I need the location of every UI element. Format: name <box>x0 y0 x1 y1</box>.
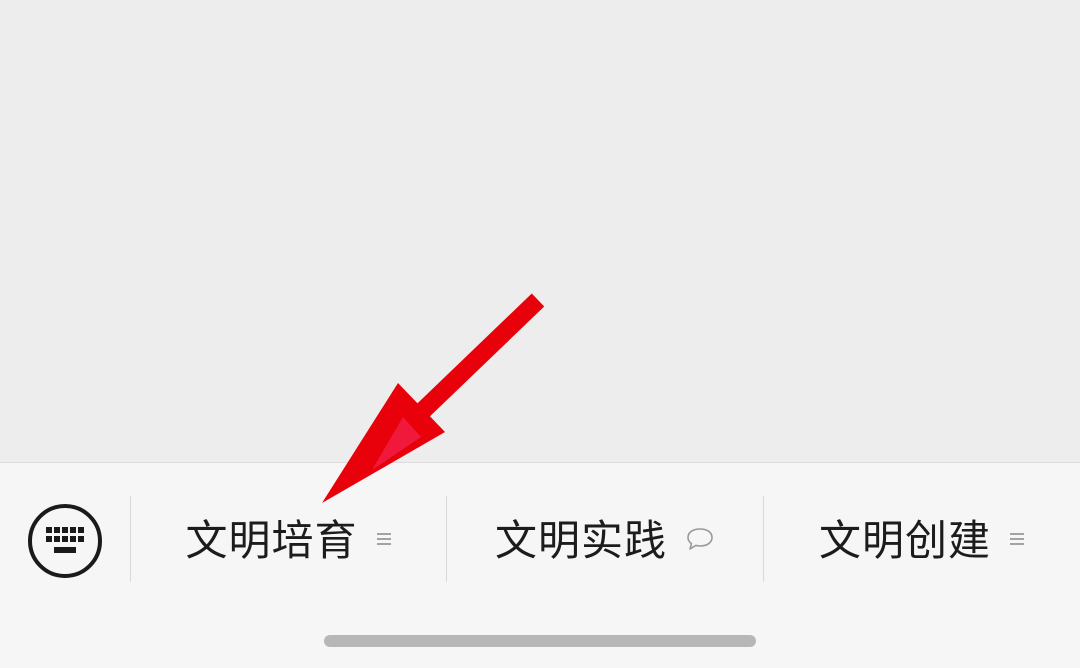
menu-lines-icon <box>1009 531 1025 551</box>
keyboard-icon <box>46 527 84 553</box>
tab-wenming-shijian[interactable]: 文明实践 <box>447 493 763 589</box>
chat-bubble-icon <box>685 526 715 556</box>
bottom-menu-bar: 文明培育 文明实践 文明创建 <box>0 462 1080 668</box>
tab-wenming-peiyu[interactable]: 文明培育 <box>131 493 446 589</box>
tab-label: 文明培育 <box>185 516 358 565</box>
tab-wenming-chuangjian[interactable]: 文明创建 <box>764 493 1080 589</box>
tab-label: 文明实践 <box>494 516 667 565</box>
message-content-area <box>0 0 1080 462</box>
keyboard-toggle-button[interactable] <box>28 504 102 578</box>
menu-lines-icon <box>376 531 392 551</box>
tab-label: 文明创建 <box>818 516 991 565</box>
home-indicator[interactable] <box>324 635 756 647</box>
